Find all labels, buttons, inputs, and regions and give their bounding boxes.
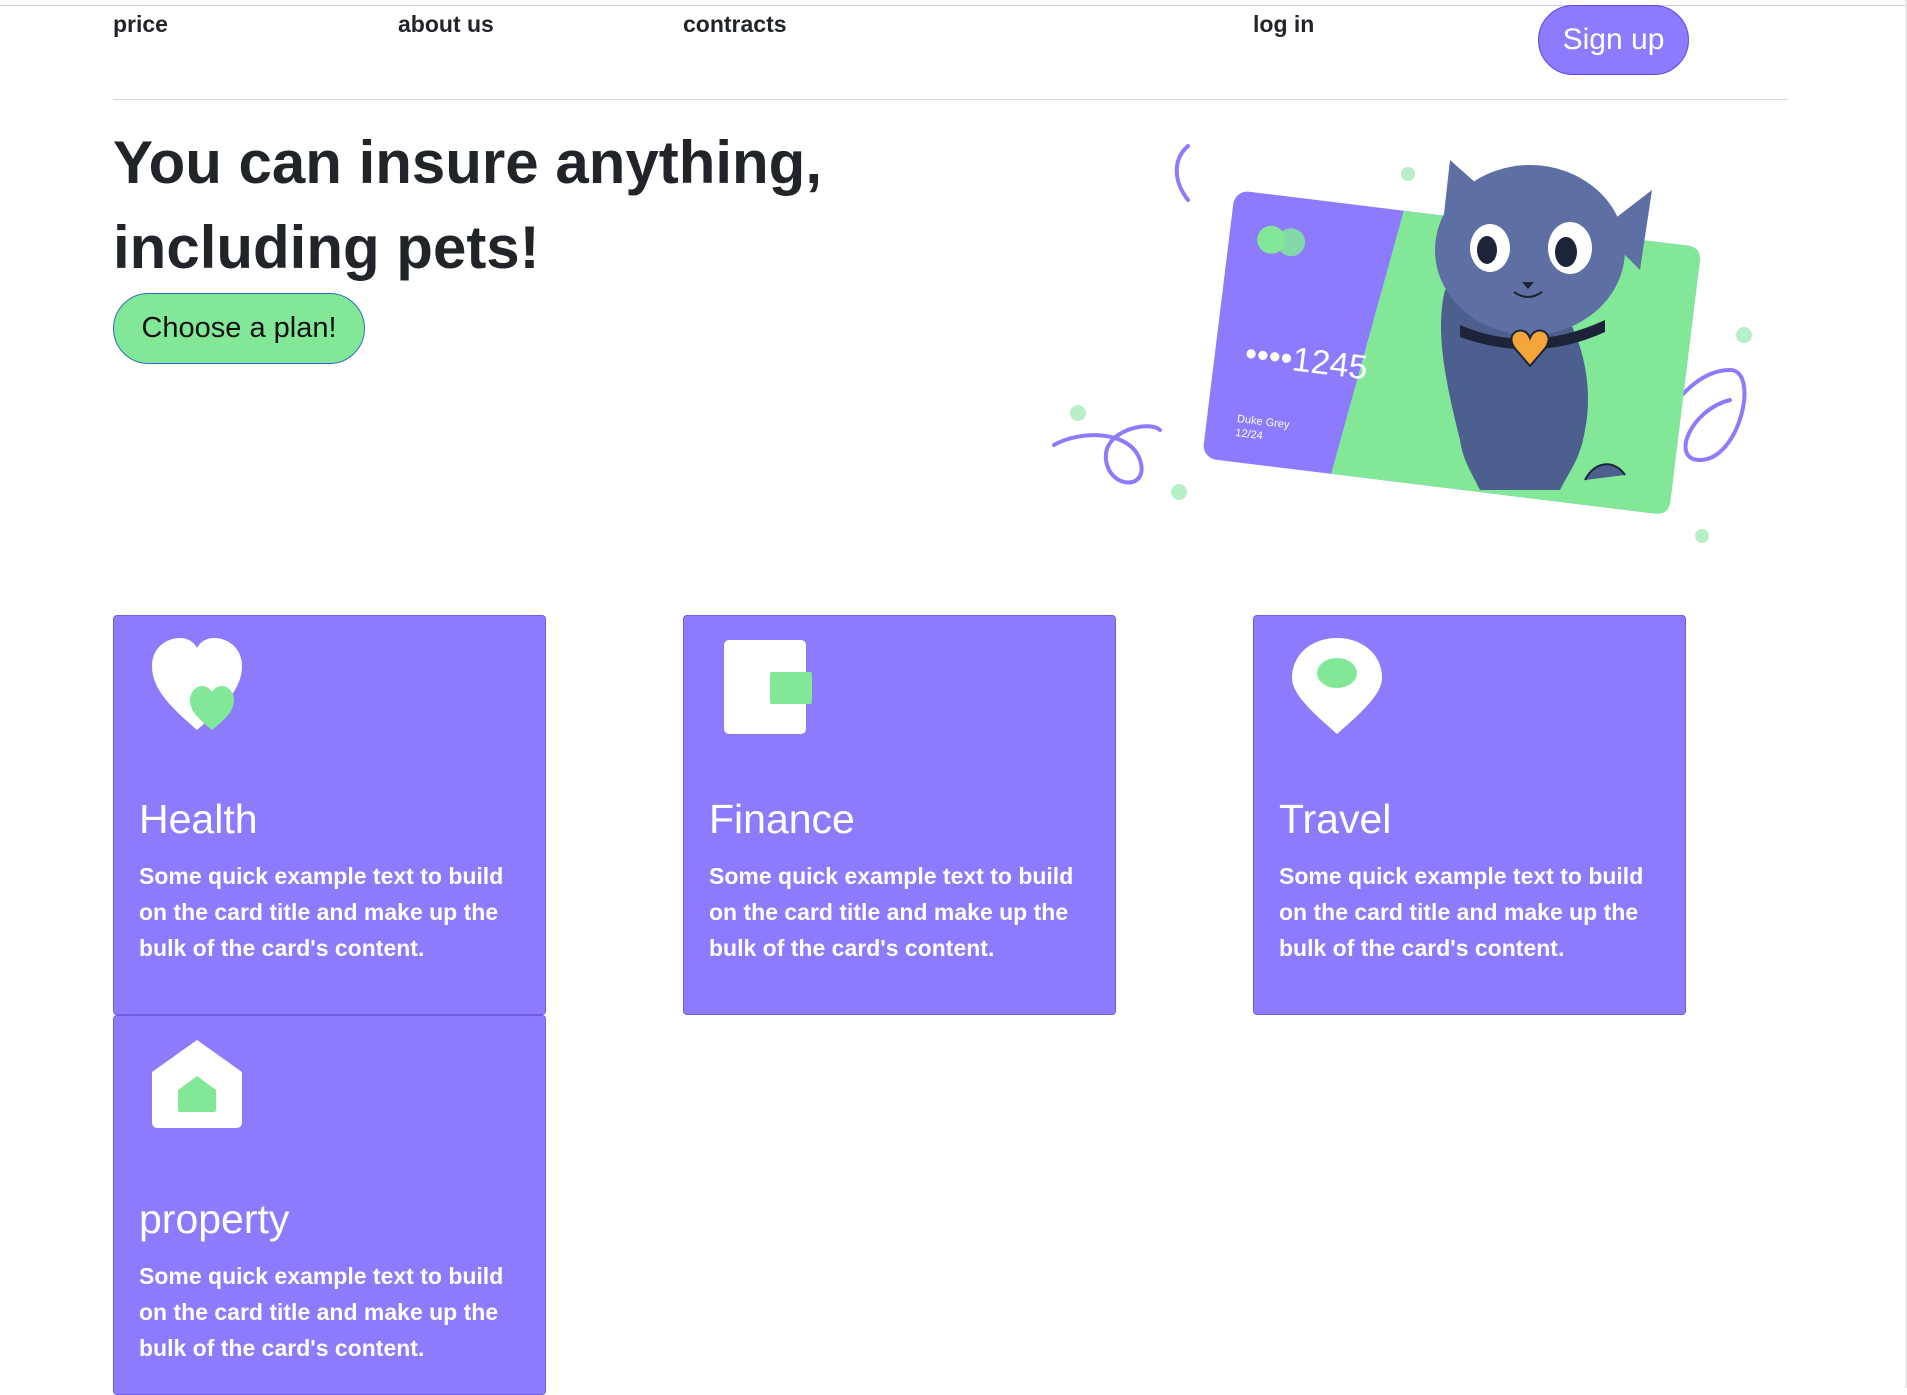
house-icon — [152, 1040, 242, 1128]
card-text: Some quick example text to build on the … — [1279, 863, 1644, 961]
decor-dot — [1070, 405, 1086, 421]
insurance-card-property[interactable]: property Some quick example text to buil… — [113, 1015, 546, 1395]
insurance-card-health[interactable]: Health Some quick example text to build … — [113, 615, 546, 1015]
nav-link-contracts[interactable]: contracts — [683, 11, 787, 37]
wallet-icon — [724, 640, 812, 734]
card-title: property — [139, 1196, 290, 1242]
decor-squiggle — [1174, 144, 1190, 202]
insurance-card-travel[interactable]: Travel Some quick example text to build … — [1253, 615, 1686, 1015]
nav-link-price[interactable]: price — [113, 11, 168, 37]
nav-divider — [113, 99, 1788, 100]
decor-dot — [1736, 327, 1752, 343]
card-title: Travel — [1279, 796, 1392, 842]
heart-icon — [152, 638, 242, 730]
decor-squiggle — [1052, 424, 1162, 485]
insurance-card-finance[interactable]: Finance Some quick example text to build… — [683, 615, 1116, 1015]
decor-dot — [1401, 167, 1415, 181]
card-text: Some quick example text to build on the … — [139, 863, 504, 961]
hero-title: You can insure anything, including pets! — [113, 129, 822, 281]
card-title: Health — [139, 796, 258, 842]
sign-up-button[interactable]: Sign up — [1538, 5, 1689, 75]
card-title: Finance — [709, 796, 855, 842]
decor-dot — [1695, 529, 1709, 543]
card-text: Some quick example text to build on the … — [709, 863, 1074, 961]
nav-link-about-us[interactable]: about us — [398, 11, 494, 37]
card-text: Some quick example text to build on the … — [139, 1263, 504, 1361]
map-pin-icon — [1292, 638, 1382, 734]
decor-dot — [1171, 484, 1187, 500]
nav-link-log-in[interactable]: log in — [1253, 11, 1314, 37]
hero-illustration-cat-card: ••••1245 Duke Grey 12/24 — [1052, 144, 1752, 543]
choose-plan-button[interactable]: Choose a plan! — [113, 293, 365, 364]
